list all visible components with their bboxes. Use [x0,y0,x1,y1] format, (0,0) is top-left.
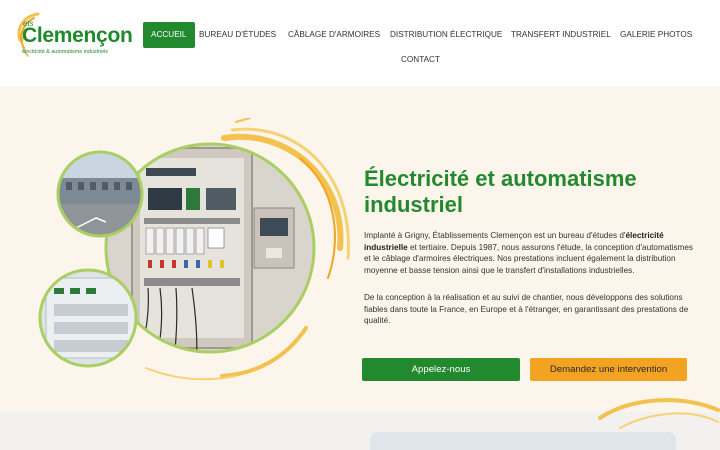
hero-title: Électricité et automatisme industriel [364,166,637,217]
site-header: ets Clemençon électricité & automatisme … [0,0,720,86]
hero-secondary-paragraph: De la conception à la réalisation et au … [364,293,689,326]
nav-item-galerie-photos[interactable]: GALERIE PHOTOS [620,22,692,48]
nav-item-accueil[interactable]: ACCUEIL [143,22,195,48]
nav-item-bureau-etudes[interactable]: BUREAU D'ÉTUDES [199,22,276,48]
hero-section: Électricité et automatisme industriel Im… [0,86,720,412]
logo-name: Clemençon [22,24,133,47]
request-intervention-button[interactable]: Demandez une intervention [530,358,687,381]
next-section-image [370,432,676,450]
hero-intro-text-start: Implanté à Grigny, Établissements Clemen… [364,231,626,240]
nav-item-cablage-armoires[interactable]: CÂBLAGE D'ARMOIRES [288,22,380,48]
hero-photo-collage [38,118,350,381]
hero-intro-text-end: et tertiaire. Depuis 1987, nous assurons… [364,242,693,275]
hero-intro-paragraph: Implanté à Grigny, Établissements Clemen… [364,230,694,276]
next-section [0,398,720,450]
logo[interactable]: ets Clemençon électricité & automatisme … [14,10,133,62]
call-us-button[interactable]: Appelez-nous [362,358,520,381]
nav-item-transfert-industriel[interactable]: TRANSFERT INDUSTRIEL [511,22,611,48]
nav-item-distribution-electrique[interactable]: DISTRIBUTION ÉLECTRIQUE [390,22,502,48]
nav-item-contact[interactable]: CONTACT [401,47,440,73]
logo-tagline: électricité & automatisme industriels [22,49,108,55]
